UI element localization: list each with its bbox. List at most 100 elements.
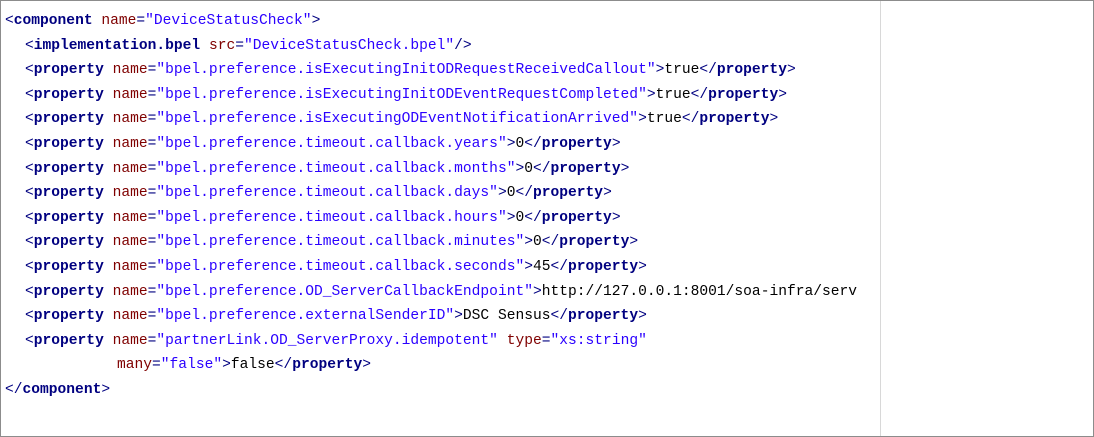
code-line[interactable]: <property name="bpel.preference.timeout.… <box>5 230 857 255</box>
xml-bracket: > <box>603 185 612 202</box>
xml-attribute-name: name <box>112 234 148 251</box>
xml-text: 45 <box>532 258 551 275</box>
xml-attribute-value: "bpel.preference.timeout.callback.second… <box>156 258 525 275</box>
xml-bracket: > <box>786 62 796 79</box>
xml-bracket: < <box>25 234 34 251</box>
xml-attribute-name: many <box>117 357 153 374</box>
xml-attribute-value: "bpel.preference.timeout.callback.years" <box>156 135 507 152</box>
xml-text <box>104 210 113 226</box>
xml-text <box>104 136 113 152</box>
xml-attribute-name: name <box>112 332 148 349</box>
code-content[interactable]: <component name="DeviceStatusCheck"> <imp… <box>5 9 857 403</box>
xml-text: 0 <box>515 209 525 226</box>
xml-bracket: </ <box>524 209 542 226</box>
xml-tag-name: property <box>33 185 104 202</box>
code-line[interactable]: <property name="bpel.preference.OD_Serve… <box>5 280 857 305</box>
xml-bracket: > <box>778 86 787 103</box>
xml-bracket: < <box>25 209 34 226</box>
xml-tag-name: property <box>33 135 104 152</box>
xml-attribute-name: name <box>112 185 148 202</box>
code-line[interactable]: <implementation.bpel src="DeviceStatusCh… <box>5 34 857 59</box>
code-line[interactable]: <property name="bpel.preference.timeout.… <box>5 157 857 182</box>
xml-bracket: < <box>25 332 34 349</box>
xml-text: true <box>655 86 691 103</box>
xml-bracket: > <box>362 357 372 374</box>
xml-bracket: </ <box>274 357 293 374</box>
xml-tag-name: property <box>33 308 104 325</box>
xml-tag-name: property <box>33 160 104 177</box>
xml-bracket: < <box>25 308 34 325</box>
xml-bracket: = <box>136 13 146 29</box>
xml-tag-name: property <box>550 160 621 177</box>
code-line[interactable]: <property name="bpel.preference.timeout.… <box>5 255 857 280</box>
code-line[interactable]: <property name="bpel.preference.isExecut… <box>5 58 857 83</box>
xml-attribute-value: "bpel.preference.isExecutingInitODEventR… <box>156 86 647 103</box>
xml-attribute-value: "DeviceStatusCheck.bpel" <box>243 37 455 54</box>
xml-tag-name: property <box>33 86 104 103</box>
xml-bracket: > <box>532 283 542 300</box>
right-margin-guide <box>880 1 881 436</box>
xml-attribute-value: "DeviceStatusCheck" <box>145 13 312 29</box>
xml-bracket: < <box>25 135 34 152</box>
xml-bracket: < <box>25 111 34 128</box>
xml-tag-name: property <box>541 209 612 226</box>
xml-bracket: > <box>222 357 231 374</box>
xml-text <box>200 38 209 54</box>
xml-attribute-value: "bpel.preference.timeout.callback.minute… <box>156 234 525 251</box>
xml-attribute-value: "bpel.preference.OD_ServerCallbackEndpoi… <box>156 283 533 300</box>
code-line[interactable]: <property name = "partnerLink.OD_ServerPro… <box>5 329 857 354</box>
xml-tag-name: property <box>541 135 612 152</box>
xml-tag-name: property <box>33 62 104 79</box>
xml-bracket: </ <box>541 234 560 251</box>
xml-attribute-name: name <box>112 62 148 79</box>
xml-text: http://127.0.0.1:8001/soa-infra/serv <box>541 283 858 300</box>
xml-tag-name: property <box>292 357 363 374</box>
xml-bracket: < <box>25 160 34 177</box>
xml-bracket: = <box>235 37 244 54</box>
code-line[interactable]: <property name="bpel.preference.timeout.… <box>5 181 857 206</box>
xml-code-editor[interactable]: <component name="DeviceStatusCheck"> <imp… <box>0 0 1094 437</box>
code-line[interactable]: </component> <box>5 378 857 403</box>
xml-tag-name: property <box>699 111 770 128</box>
xml-tag-name: property <box>568 308 639 325</box>
xml-bracket: > <box>497 185 507 202</box>
xml-bracket: </ <box>690 86 709 103</box>
xml-attribute-name: name <box>112 209 148 226</box>
xml-bracket: </ <box>550 308 569 325</box>
xml-tag-name: component <box>22 381 102 398</box>
xml-text: false <box>230 357 275 374</box>
xml-bracket: > <box>524 258 533 275</box>
xml-tag-name: property <box>33 258 104 275</box>
xml-attribute-value: "partnerLink.OD_ServerProxy.idempotent" <box>156 332 498 349</box>
xml-bracket: /> <box>454 37 472 54</box>
code-line[interactable]: <property name="bpel.preference.isExecut… <box>5 83 857 108</box>
code-line[interactable]: <property name="bpel.preference.timeout.… <box>5 206 857 231</box>
xml-text <box>104 62 113 78</box>
xml-bracket: > <box>620 160 630 177</box>
code-line[interactable]: <property name="bpel.preference.timeout.… <box>5 132 857 157</box>
code-line[interactable]: <property name="bpel.preference.external… <box>5 304 857 329</box>
xml-tag-name: property <box>33 111 104 128</box>
xml-bracket: < <box>5 13 14 29</box>
xml-attribute-value: "bpel.preference.timeout.callback.hours" <box>156 209 507 226</box>
xml-bracket: < <box>25 86 34 103</box>
xml-tag-name: component <box>13 13 93 29</box>
xml-text <box>104 308 113 324</box>
xml-text: true <box>646 111 682 128</box>
xml-bracket: > <box>454 308 463 325</box>
code-line[interactable]: <component name="DeviceStatusCheck"> <box>5 9 857 34</box>
xml-bracket: < <box>25 283 34 300</box>
xml-attribute-name: name <box>112 86 148 103</box>
xml-bracket: > <box>769 111 779 128</box>
xml-tag-name: property <box>533 185 604 202</box>
xml-bracket: > <box>101 381 111 398</box>
xml-bracket: < <box>25 258 34 275</box>
xml-tag-name: property <box>33 283 104 300</box>
code-line[interactable]: <property name="bpel.preference.isExecut… <box>5 107 857 132</box>
code-line[interactable]: many="false">false</property> <box>5 353 857 378</box>
xml-text <box>104 185 113 201</box>
xml-tag-name: property <box>708 86 779 103</box>
xml-text: 0 <box>515 135 525 152</box>
xml-attribute-value: "bpel.preference.timeout.callback.days" <box>156 185 498 202</box>
xml-bracket: = <box>541 332 551 349</box>
